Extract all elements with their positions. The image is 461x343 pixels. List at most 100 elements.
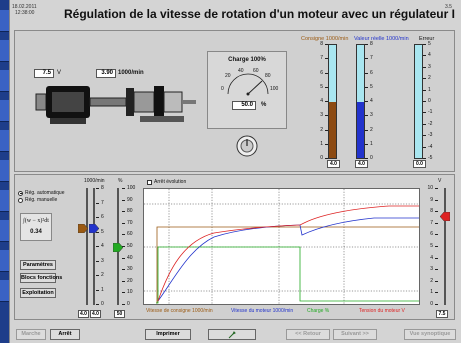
scale-label: 2 [101, 272, 104, 278]
legend-charge: Charge % [307, 308, 330, 314]
scale-label: 1 [430, 289, 433, 296]
x-slider-track[interactable] [93, 188, 95, 305]
reelle-bar-label: Valeur réelle 1000/min [354, 36, 409, 42]
radio-manual[interactable]: Rég. manuelle [18, 197, 57, 203]
scale-tick [122, 304, 125, 305]
reelle-bar [356, 44, 365, 159]
scale-label: 4 [428, 52, 431, 59]
suivant-button[interactable]: Suivant >> [333, 329, 377, 340]
reelle-scale: 8 7 6 5 4 3 2 1 0 [365, 41, 375, 161]
scale-tick [122, 188, 125, 189]
u-slider-handle[interactable] [440, 212, 450, 221]
consigne-bar-fill [329, 101, 336, 158]
blocs-button[interactable]: Blocs fonctions [20, 273, 62, 283]
scale-label: 7 [370, 55, 373, 62]
nav-segment[interactable] [0, 160, 9, 182]
scale-tick [365, 158, 368, 159]
scale-tick [435, 234, 438, 236]
scale-label: 4 [101, 243, 104, 249]
scale-tick [435, 292, 438, 294]
imprimer-button[interactable]: Imprimer [145, 329, 191, 340]
consigne-trace [156, 226, 419, 304]
scale-label: 50 [127, 243, 133, 249]
arret-button[interactable]: Arrêt [50, 329, 80, 340]
scale-label: -3 [428, 132, 433, 139]
x-slider-handle[interactable] [89, 224, 99, 233]
checkbox-box[interactable] [147, 179, 152, 185]
scale-label: 0 [370, 155, 373, 161]
scale-label: 1 [370, 140, 373, 147]
scale-tick [122, 222, 125, 224]
nav-segment[interactable] [0, 40, 9, 62]
u-slider-track[interactable] [444, 188, 446, 305]
nav-segment[interactable] [0, 280, 9, 302]
consigne-value: 4.0 [327, 160, 340, 168]
charge-knob-icon[interactable] [235, 134, 259, 158]
scale-label: 90 [127, 196, 133, 203]
marche-button[interactable]: Marche [16, 329, 46, 340]
nav-segment[interactable] [0, 70, 9, 92]
charge-title: Charge 100% [228, 57, 266, 63]
nav-segment[interactable] [0, 10, 9, 32]
scale-tick [365, 86, 368, 88]
scale-tick [435, 304, 438, 305]
scale-label: 8 [430, 208, 433, 215]
scale-label: 2 [428, 75, 431, 82]
header-time: 12:38:00 [15, 10, 35, 16]
legend-consigne: Vitesse de consigne 1000/min [146, 308, 213, 314]
scale-label: 10 [127, 289, 133, 296]
charge-panel: Charge 100% 20 40 60 80 0 100 50.0 % [207, 51, 287, 129]
scale-label: 30 [127, 266, 133, 273]
charge-slider-handle[interactable] [113, 243, 123, 252]
radio-manual-dot[interactable] [18, 197, 23, 203]
scale-tick [122, 269, 125, 271]
slider-speed-unit: 1000/min [84, 178, 105, 184]
erreur-scale: 5 4 3 2 1 0 -1 -2 -3 -4 -5 [423, 41, 435, 161]
gauge-tick-label: 100 [270, 86, 279, 92]
scale-tick [365, 143, 368, 145]
scale-tick [96, 304, 99, 305]
scale-label: 1 [320, 140, 323, 147]
scale-label: 5 [370, 83, 373, 90]
scale-label: 5 [320, 83, 323, 90]
vue-synoptique-button[interactable]: Vue synoptique [404, 329, 456, 340]
scale-tick [365, 129, 368, 131]
scale-label: 4 [320, 98, 323, 104]
speed-slider-scale: 8 7 6 5 4 3 2 1 0 [96, 185, 106, 307]
scale-label: -1 [428, 109, 433, 116]
w-slider-handle[interactable] [78, 224, 88, 233]
scale-label: 8 [320, 41, 323, 47]
voltage-slider-scale: 10 9 8 7 6 5 4 3 2 1 0 [426, 185, 438, 307]
nav-segment[interactable] [0, 130, 9, 152]
arret-evolution-checkbox[interactable]: Arrêt évolution [147, 179, 186, 185]
scale-label: 3 [370, 112, 373, 119]
scale-tick [423, 101, 426, 102]
params-button[interactable]: Paramètres [20, 260, 56, 270]
charge-slider-scale: 100 90 80 70 60 50 40 30 20 10 0 [122, 185, 136, 307]
scale-tick [96, 275, 99, 276]
w-slider-track[interactable] [86, 188, 88, 305]
scale-label: 0 [320, 155, 323, 161]
nav-segment[interactable] [0, 100, 9, 122]
scale-label: 0 [127, 301, 130, 307]
scale-label: -2 [428, 120, 433, 127]
trend-plot [143, 188, 420, 305]
scale-tick [122, 280, 125, 282]
scale-label: 4 [370, 98, 373, 104]
retour-button[interactable]: << Retour [286, 329, 330, 340]
nav-segment[interactable] [0, 190, 9, 212]
tool-button[interactable] [208, 329, 256, 340]
slider-v-unit: V [438, 178, 442, 184]
nav-segment[interactable] [0, 220, 9, 242]
exploit-button[interactable]: Exploitation [20, 288, 56, 298]
gauge-tick-label: 0 [221, 86, 224, 92]
scale-tick [122, 211, 125, 213]
formula-value: 0.34 [30, 229, 42, 235]
scale-label: 0 [430, 301, 433, 307]
radio-auto[interactable]: Rég. automatique [18, 190, 64, 196]
nav-segment[interactable] [0, 250, 9, 272]
motor-generator-icon [35, 86, 196, 124]
scale-label: 9 [430, 196, 433, 203]
scale-label: 2 [370, 126, 373, 133]
radio-auto-dot[interactable] [18, 190, 23, 196]
